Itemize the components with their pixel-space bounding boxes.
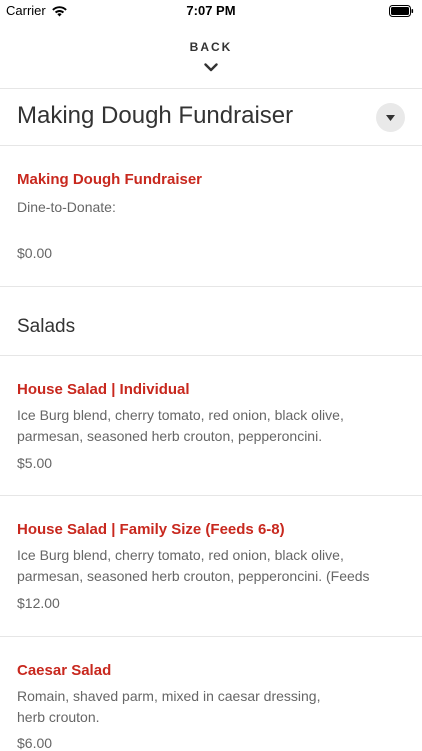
back-label: BACK: [189, 40, 233, 54]
menu-item-price: $12.00: [17, 595, 60, 611]
divider: [0, 286, 422, 287]
divider: [0, 636, 422, 637]
menu-item-name: House Salad | Family Size (Feeds 6-8): [17, 521, 285, 538]
menu-item-description: Romain, shaved parm, mixed in caesar dre…: [17, 688, 321, 725]
page-title: Making Dough Fundraiser: [17, 102, 294, 129]
divider: [0, 355, 422, 356]
battery-icon: [389, 5, 414, 17]
status-bar: Carrier 7:07 PM: [0, 0, 422, 22]
menu-item-description: Ice Burg blend, cherry tomato, red onion…: [17, 547, 370, 584]
menu-item-price: $6.00: [17, 735, 53, 751]
fundraiser-price: $0.00: [17, 245, 53, 261]
chevron-down-icon: [204, 63, 218, 72]
divider: [0, 145, 422, 146]
caret-down-icon: [386, 115, 395, 121]
menu-item-price: $5.00: [17, 455, 53, 471]
menu-item-description: Ice Burg blend, cherry tomato, red onion…: [17, 407, 344, 444]
fundraiser-name: Making Dough Fundraiser: [17, 171, 203, 188]
fundraiser-description: Dine-to-Donate:: [17, 199, 116, 215]
divider: [0, 495, 422, 496]
section-title: Salads: [17, 316, 76, 337]
menu-item-name: House Salad | Individual: [17, 381, 190, 398]
category-dropdown-button[interactable]: [376, 103, 405, 132]
divider: [0, 88, 422, 89]
back-button[interactable]: BACK: [0, 22, 422, 88]
menu-item-name: Caesar Salad: [17, 662, 112, 679]
status-time: 7:07 PM: [186, 3, 236, 18]
